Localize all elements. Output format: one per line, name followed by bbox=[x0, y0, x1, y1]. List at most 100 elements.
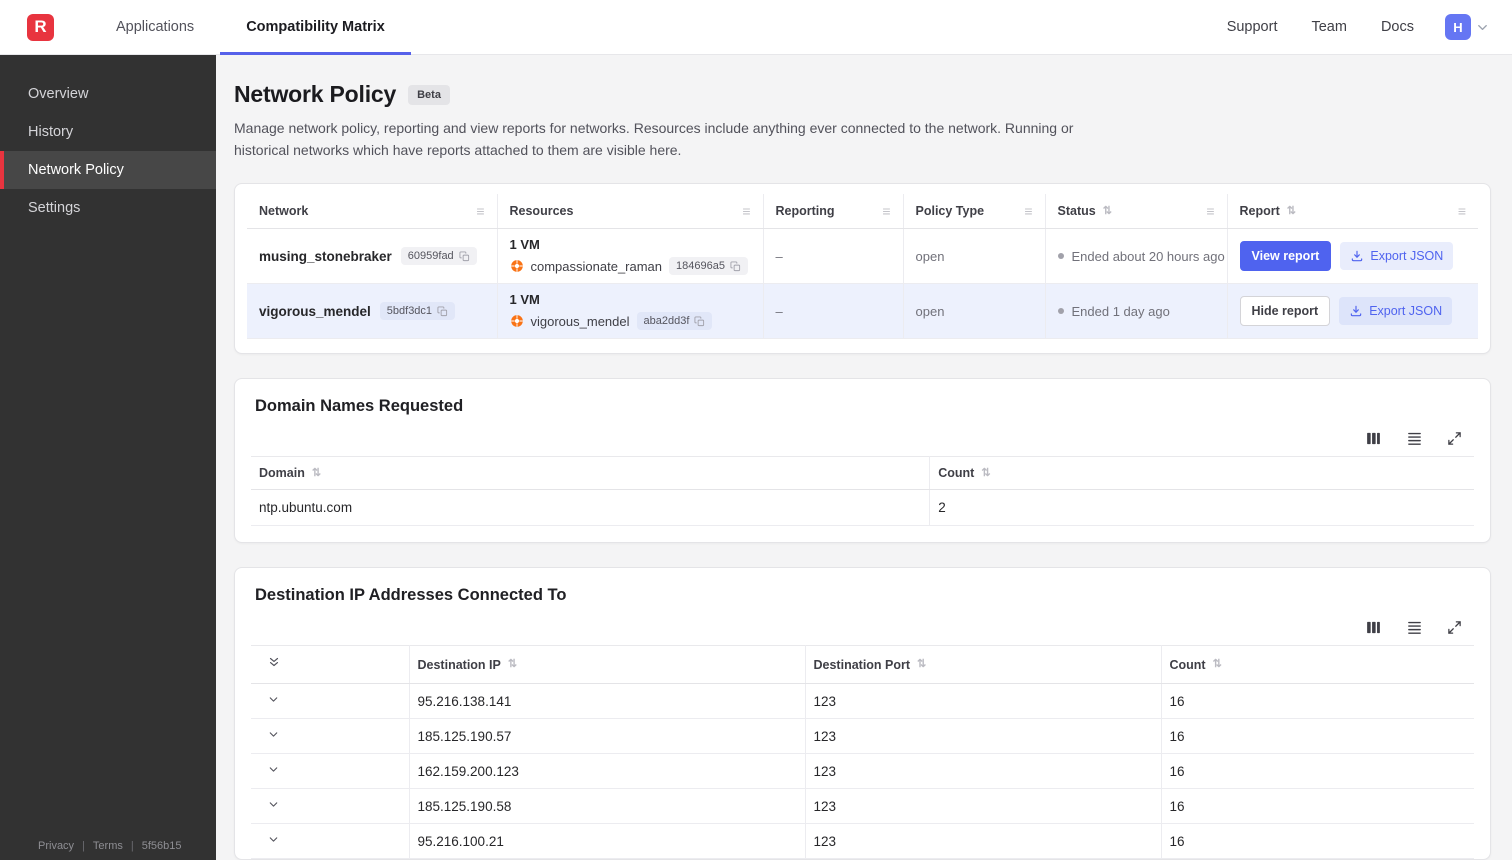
sidebar-item[interactable]: Overview bbox=[0, 75, 216, 113]
copy-icon[interactable] bbox=[730, 261, 741, 272]
column-header-network[interactable]: Network ≡ bbox=[247, 194, 498, 230]
status-cell: Ended 1 day ago bbox=[1045, 283, 1228, 340]
resource-id-badge: aba2dd3f bbox=[636, 312, 713, 331]
privacy-link[interactable]: Privacy bbox=[38, 840, 74, 852]
column-header-domain[interactable]: Domain ⇅ bbox=[251, 456, 931, 491]
report-toggle-button[interactable]: Hide report bbox=[1239, 296, 1331, 327]
network-table-row[interactable]: vigorous_mendel 5bdf3dc1 1 VM vigorous_m… bbox=[247, 283, 1478, 340]
column-label: Status bbox=[1057, 204, 1096, 219]
double-chevron-down-icon[interactable] bbox=[267, 655, 281, 669]
nav-support[interactable]: Support bbox=[1210, 19, 1295, 35]
divider: | bbox=[130, 840, 134, 852]
export-json-button[interactable]: Export JSON bbox=[1339, 297, 1453, 326]
status-dot-icon bbox=[1057, 253, 1064, 260]
report-cell: View report Export JSON bbox=[1227, 228, 1478, 285]
column-header-count[interactable]: Count ⇅ bbox=[929, 456, 1474, 491]
networks-card: Network ≡ Resources ≡ Reporting ≡ Policy Ty… bbox=[234, 183, 1491, 355]
resource-name[interactable]: compassionate_raman bbox=[531, 259, 663, 274]
reporting-cell: – bbox=[763, 228, 904, 285]
expand-row-chevron-icon[interactable] bbox=[267, 763, 280, 776]
domains-card-title: Domain Names Requested bbox=[255, 397, 464, 416]
count-cell: 16 bbox=[1161, 683, 1474, 720]
column-menu-icon[interactable]: ≡ bbox=[1206, 204, 1214, 218]
column-label: Destination Port bbox=[813, 657, 911, 672]
expand-row-chevron-icon[interactable] bbox=[267, 833, 280, 846]
expand-row-chevron-icon[interactable] bbox=[267, 728, 280, 741]
column-label: Network bbox=[259, 204, 309, 219]
primary-nav: Applications Compatibility Matrix bbox=[90, 0, 411, 55]
expander-cell bbox=[251, 718, 410, 755]
column-header-destination-ip[interactable]: Destination IP ⇅ bbox=[409, 645, 806, 685]
columns-view-icon[interactable] bbox=[1365, 430, 1382, 447]
network-name: vigorous_mendel bbox=[259, 303, 371, 319]
terms-link[interactable]: Terms bbox=[93, 840, 123, 852]
columns-view-icon[interactable] bbox=[1365, 619, 1382, 636]
destination-port-cell: 123 bbox=[805, 718, 1162, 755]
network-id: 60959fad bbox=[407, 250, 454, 263]
column-header-destination-port[interactable]: Destination Port ⇅ bbox=[805, 645, 1162, 685]
export-json-button[interactable]: Export JSON bbox=[1340, 242, 1454, 271]
destination-ip-cell: 95.216.100.21 bbox=[409, 823, 806, 860]
column-menu-icon[interactable]: ≡ bbox=[476, 204, 484, 218]
column-label: Reporting bbox=[775, 204, 835, 219]
report-cell: Hide report Export JSON bbox=[1227, 283, 1478, 340]
sort-icon: ⇅ bbox=[311, 466, 322, 479]
expander-cell bbox=[251, 753, 410, 790]
nav-docs[interactable]: Docs bbox=[1364, 19, 1431, 35]
table-toolbar bbox=[235, 619, 1490, 636]
nav-applications[interactable]: Applications bbox=[90, 0, 220, 54]
column-menu-icon[interactable]: ≡ bbox=[882, 204, 890, 218]
network-id-badge: 5bdf3dc1 bbox=[379, 302, 456, 321]
nav-team[interactable]: Team bbox=[1294, 19, 1363, 35]
list-view-icon[interactable] bbox=[1406, 430, 1423, 447]
resource-id: aba2dd3f bbox=[643, 315, 690, 328]
reporting-cell: – bbox=[763, 283, 904, 340]
nav-compatibility-matrix[interactable]: Compatibility Matrix bbox=[220, 0, 411, 55]
column-header-report[interactable]: Report ⇅ ≡ bbox=[1227, 194, 1478, 230]
fullscreen-icon[interactable] bbox=[1447, 620, 1462, 635]
table-toolbar bbox=[235, 430, 1490, 447]
destination-ip-cell: 95.216.138.141 bbox=[409, 683, 806, 720]
copy-icon[interactable] bbox=[694, 316, 705, 327]
column-label: Policy Type bbox=[915, 204, 985, 219]
sidebar-item[interactable]: History bbox=[0, 113, 216, 151]
sidebar-item[interactable]: Network Policy bbox=[0, 151, 216, 189]
expand-row-chevron-icon[interactable] bbox=[267, 693, 280, 706]
expander-cell bbox=[251, 788, 410, 825]
report-toggle-button[interactable]: View report bbox=[1239, 241, 1332, 272]
column-header-policy-type[interactable]: Policy Type ≡ bbox=[903, 194, 1046, 230]
column-label: Report bbox=[1239, 204, 1280, 219]
sort-icon: ⇅ bbox=[1212, 658, 1222, 671]
app-logo[interactable]: R bbox=[27, 13, 54, 41]
vm-count: 1 VM bbox=[509, 237, 540, 253]
network-id-badge: 60959fad bbox=[400, 247, 477, 266]
network-table-row[interactable]: musing_stonebraker 60959fad 1 VM compass… bbox=[247, 228, 1478, 285]
column-menu-icon[interactable]: ≡ bbox=[742, 204, 750, 218]
expand-row-chevron-icon[interactable] bbox=[267, 798, 280, 811]
column-menu-icon[interactable]: ≡ bbox=[1024, 204, 1032, 218]
list-view-icon[interactable] bbox=[1406, 619, 1423, 636]
chevron-down-icon[interactable] bbox=[1475, 20, 1490, 35]
destination-row: 95.216.100.21 123 16 bbox=[251, 823, 1474, 860]
export-json-label: Export JSON bbox=[1369, 304, 1443, 319]
column-header-reporting[interactable]: Reporting ≡ bbox=[763, 194, 904, 230]
column-header-status[interactable]: Status ⇅ ≡ bbox=[1045, 194, 1228, 230]
user-avatar[interactable]: H bbox=[1445, 14, 1471, 40]
expand-all-header[interactable] bbox=[251, 645, 410, 685]
column-label: Destination IP bbox=[417, 657, 501, 672]
column-header-resources[interactable]: Resources ≡ bbox=[497, 194, 764, 230]
resource-name[interactable]: vigorous_mendel bbox=[531, 314, 630, 329]
vm-count: 1 VM bbox=[509, 292, 540, 308]
sidebar-item[interactable]: Settings bbox=[0, 189, 216, 227]
download-icon bbox=[1350, 306, 1362, 317]
resource-icon bbox=[510, 314, 524, 328]
copy-icon[interactable] bbox=[459, 251, 470, 262]
page-head: Network Policy Beta Manage network policy… bbox=[234, 81, 1491, 161]
column-menu-icon[interactable]: ≡ bbox=[1458, 204, 1466, 218]
fullscreen-icon[interactable] bbox=[1447, 431, 1462, 446]
sidebar-footer: Privacy | Terms | 5f56b15 bbox=[38, 840, 182, 852]
expander-cell bbox=[251, 823, 410, 860]
sidebar-nav: Overview History Network Policy Settings bbox=[0, 75, 216, 227]
copy-icon[interactable] bbox=[437, 306, 448, 317]
column-header-count[interactable]: Count ⇅ bbox=[1161, 645, 1474, 685]
